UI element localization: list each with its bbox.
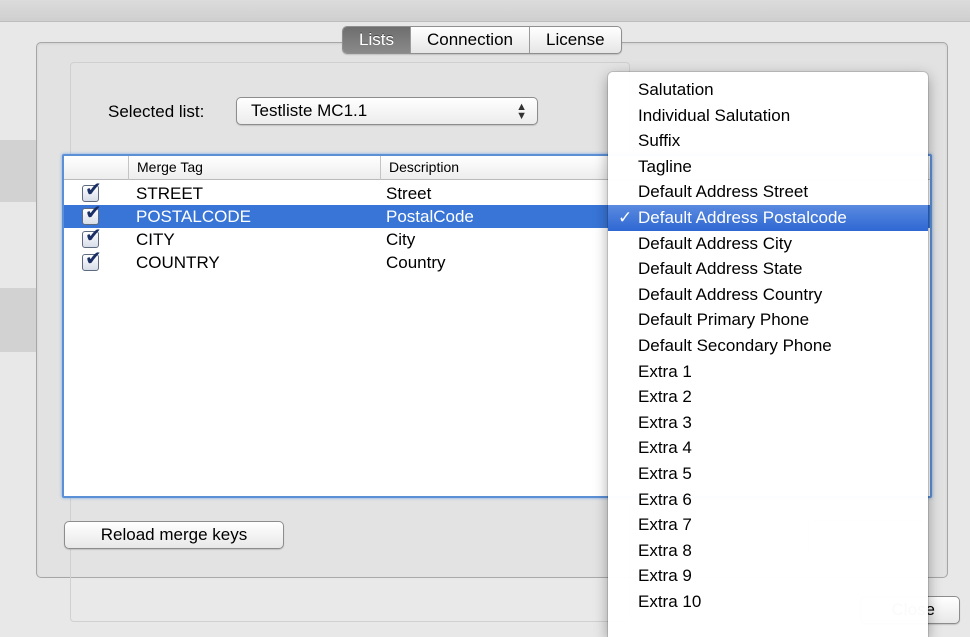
selected-list-popup[interactable]: Testliste MC1.1 ▲ ▼ bbox=[236, 97, 538, 125]
column-header-merge-tag[interactable]: Merge Tag bbox=[128, 156, 380, 180]
chevron-down-icon: ▼ bbox=[516, 110, 527, 122]
menu-item[interactable]: Extra 8 bbox=[608, 538, 928, 564]
menu-item-selected[interactable]: ✓ Default Address Postalcode bbox=[608, 204, 928, 231]
checkmark-icon: ✔ bbox=[85, 248, 102, 270]
menu-item-label: Extra 4 bbox=[638, 438, 692, 458]
menu-item-label: Extra 7 bbox=[638, 515, 692, 535]
description-cell: PostalCode bbox=[386, 207, 474, 226]
merge-tag-cell: CITY bbox=[136, 230, 175, 249]
menu-item[interactable]: Extra 7 bbox=[608, 512, 928, 538]
checkbox[interactable]: ✔ bbox=[82, 180, 102, 202]
menu-item-label: Extra 5 bbox=[638, 463, 692, 483]
menu-item[interactable]: Default Primary Phone bbox=[608, 307, 928, 333]
menu-item-label: Default Primary Phone bbox=[638, 310, 810, 330]
menu-item[interactable]: Extra 1 bbox=[608, 359, 928, 385]
row-checkbox[interactable]: ✔ bbox=[82, 203, 102, 226]
menu-item-label: Suffix bbox=[638, 131, 681, 151]
menu-item[interactable]: Extra 5 bbox=[608, 461, 928, 487]
row-checkbox[interactable]: ✔ bbox=[82, 249, 102, 272]
popup-arrows-icon: ▲ ▼ bbox=[516, 98, 527, 122]
merge-tag-cell: POSTALCODE bbox=[136, 207, 251, 226]
menu-item[interactable]: Extra 10 bbox=[608, 589, 928, 615]
merge-tag-cell: COUNTRY bbox=[136, 253, 220, 272]
menu-item-label: Default Address Country bbox=[638, 284, 823, 304]
menu-item-label: Extra 8 bbox=[638, 540, 692, 560]
description-cell: City bbox=[386, 230, 416, 249]
column-header-check[interactable] bbox=[64, 156, 128, 180]
checkmark-icon: ✔ bbox=[85, 179, 102, 201]
menu-item-label: Extra 3 bbox=[638, 412, 692, 432]
description-cell: Country bbox=[386, 253, 446, 272]
menu-item[interactable]: Default Address Country bbox=[608, 282, 928, 308]
menu-item[interactable]: Extra 4 bbox=[608, 435, 928, 461]
menu-item-label: Salutation bbox=[638, 80, 714, 99]
menu-item-label: Extra 10 bbox=[638, 591, 702, 611]
menu-item[interactable]: Default Address City bbox=[608, 231, 928, 257]
menu-item[interactable]: Suffix bbox=[608, 128, 928, 154]
description-cell: Street bbox=[386, 184, 432, 203]
selected-list-value: Testliste MC1.1 bbox=[251, 101, 368, 120]
menu-item-label: Default Address State bbox=[638, 259, 803, 279]
menu-item[interactable]: Extra 6 bbox=[608, 487, 928, 513]
row-checkbox[interactable]: ✔ bbox=[82, 180, 102, 203]
menu-item[interactable]: Default Address State bbox=[608, 256, 928, 282]
checkbox[interactable]: ✔ bbox=[82, 249, 102, 271]
menu-item-label: Default Secondary Phone bbox=[638, 335, 832, 355]
screen: Lists Connection License Selected list: … bbox=[0, 0, 970, 637]
tab-connection[interactable]: Connection bbox=[411, 27, 530, 53]
menu-item[interactable]: Tagline bbox=[608, 154, 928, 180]
menu-item-label: Default Address Street bbox=[638, 182, 809, 202]
reload-merge-keys-button[interactable]: Reload merge keys bbox=[64, 521, 284, 549]
background-window-titlebar bbox=[0, 0, 970, 22]
menu-item[interactable]: Extra 3 bbox=[608, 410, 928, 436]
menu-item-label: Extra 1 bbox=[638, 361, 692, 381]
menu-item-label: Extra 6 bbox=[638, 489, 692, 509]
check-icon: ✓ bbox=[618, 207, 633, 227]
menu-item-label: Individual Salutation bbox=[638, 105, 791, 125]
checkbox[interactable]: ✔ bbox=[82, 226, 102, 248]
menu-item[interactable]: Salutation bbox=[608, 77, 928, 103]
row-checkbox[interactable]: ✔ bbox=[82, 226, 102, 249]
tab-lists[interactable]: Lists bbox=[343, 27, 411, 53]
checkmark-icon: ✔ bbox=[85, 202, 102, 224]
menu-item[interactable]: Default Address Street bbox=[608, 179, 928, 205]
menu-item[interactable]: Default Secondary Phone bbox=[608, 333, 928, 359]
checkmark-icon: ✔ bbox=[85, 225, 102, 247]
tab-license[interactable]: License bbox=[530, 27, 621, 53]
checkbox[interactable]: ✔ bbox=[82, 203, 102, 225]
menu-item-label: Extra 2 bbox=[638, 387, 692, 407]
menu-item[interactable]: Extra 2 bbox=[608, 384, 928, 410]
menu-item[interactable]: Individual Salutation bbox=[608, 103, 928, 129]
tab-bar: Lists Connection License bbox=[342, 26, 622, 54]
field-dropdown-menu[interactable]: Salutation Individual Salutation Suffix … bbox=[608, 72, 928, 637]
menu-item-label: Default Address City bbox=[638, 233, 793, 253]
merge-tag-cell: STREET bbox=[136, 184, 204, 203]
selected-list-label: Selected list: bbox=[108, 102, 205, 121]
menu-item-label: Extra 9 bbox=[638, 566, 692, 586]
menu-item-label: Tagline bbox=[638, 156, 692, 176]
menu-item[interactable]: Extra 9 bbox=[608, 563, 928, 589]
menu-item-label: Default Address Postalcode bbox=[638, 207, 847, 227]
